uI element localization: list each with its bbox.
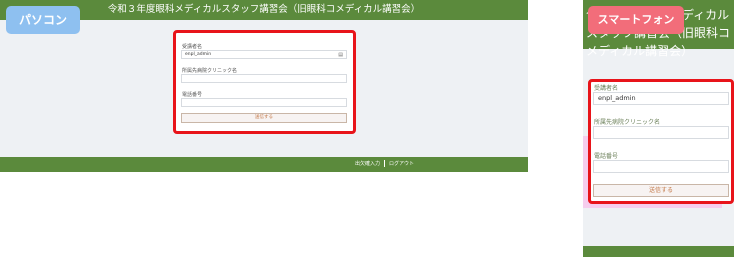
autofill-icon: ▤ (338, 52, 343, 58)
clinic-name-label: 所属先病院クリニック名 (182, 68, 238, 74)
logout-link[interactable]: ログアウト (389, 161, 414, 167)
sp-phone-label: 電話番号 (594, 153, 619, 160)
sp-form: 受講者名 enpl_admin 所属先病院クリニック名 電話番号 送信する (588, 79, 734, 204)
smartphone-view: 令和３年度眼科メディカルスタッフ講習会（旧眼科コメディカル講習会） 受講者名 e… (583, 0, 734, 257)
sp-participant-name-input[interactable]: enpl_admin (593, 92, 729, 105)
phone-input[interactable] (181, 98, 347, 107)
attendance-link[interactable]: 出欠確入力 (355, 161, 380, 167)
footer-divider (383, 160, 385, 167)
pc-form: 受講者名 enpl_admin ▤ 所属先病院クリニック名 電話番号 送信する (173, 30, 356, 134)
sp-phone-input[interactable] (593, 160, 729, 173)
participant-name-value: enpl_admin (185, 52, 212, 57)
submit-button[interactable]: 送信する (181, 113, 347, 123)
sp-submit-button[interactable]: 送信する (593, 184, 729, 197)
clinic-name-input[interactable] (181, 74, 347, 83)
sp-footer (583, 246, 734, 257)
participant-name-input[interactable]: enpl_admin ▤ (181, 50, 347, 59)
smartphone-badge: スマートフォン (588, 6, 684, 34)
sp-participant-name-label: 受講者名 (594, 85, 619, 92)
participant-name-label: 受講者名 (182, 44, 203, 50)
phone-label: 電話番号 (182, 92, 203, 98)
sp-clinic-name-input[interactable] (593, 126, 729, 139)
pc-footer: 出欠確入力 ログアウト (0, 157, 528, 172)
footer-links: 出欠確入力 ログアウト (355, 160, 414, 169)
pc-badge: パソコン (6, 6, 80, 34)
sp-participant-name-value: enpl_admin (598, 94, 636, 102)
sp-clinic-name-label: 所属先病院クリニック名 (594, 119, 661, 126)
